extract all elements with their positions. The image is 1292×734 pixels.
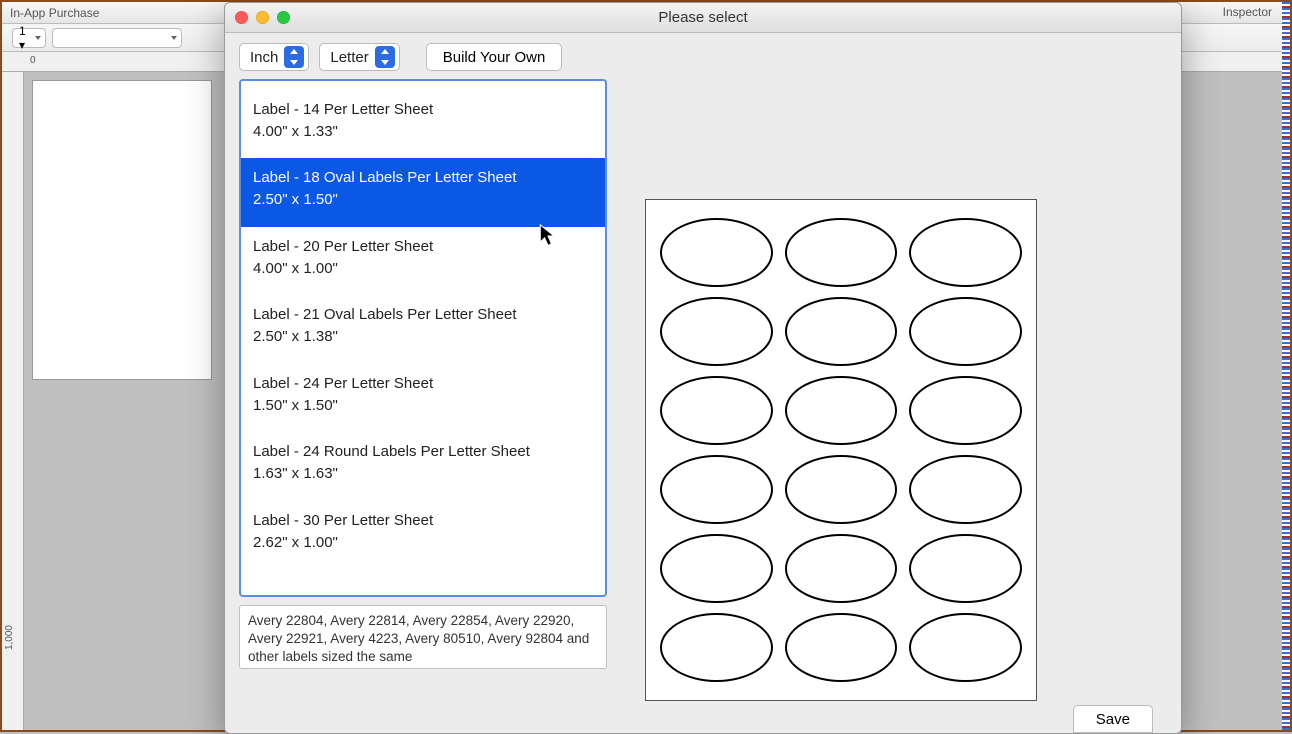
preview-pane: [625, 79, 1167, 699]
window-controls: [235, 11, 290, 24]
label-oval: [785, 613, 898, 682]
label-oval: [785, 534, 898, 603]
template-item-title: Label - 18 Oval Labels Per Letter Sheet: [253, 168, 593, 188]
label-oval: [909, 297, 1022, 366]
unit-select[interactable]: Inch: [239, 43, 309, 71]
template-item-title: Label - 24 Per Letter Sheet: [253, 374, 593, 394]
label-oval: [909, 613, 1022, 682]
paper-size-select[interactable]: Letter: [319, 43, 399, 71]
template-list-item[interactable]: Label - 12 Round Labels Per Letter Sheet…: [241, 79, 605, 90]
template-item-dimensions: 2.62" x 1.00": [253, 533, 593, 553]
parent-canvas-page[interactable]: [32, 80, 212, 380]
unit-select-value: Inch: [250, 49, 278, 66]
label-oval: [660, 455, 773, 524]
template-item-title: Label - 24 Round Labels Per Letter Sheet: [253, 442, 593, 462]
save-button[interactable]: Save: [1073, 705, 1153, 733]
dialog-toolbar: Inch Letter Build Your Own: [225, 33, 1181, 79]
template-list-item[interactable]: Label - 21 Oval Labels Per Letter Sheet2…: [241, 295, 605, 364]
template-picker-dialog: Please select Inch Letter Build Your Own…: [224, 2, 1182, 734]
template-item-dimensions: 2.50" x 1.50": [253, 190, 593, 210]
label-oval: [660, 376, 773, 445]
compatible-labels-text: Avery 22804, Avery 22814, Avery 22854, A…: [239, 605, 607, 669]
chevron-updown-icon: [284, 46, 304, 68]
dialog-title: Please select: [658, 9, 747, 26]
template-listbox[interactable]: Label - 12 Round Labels Per Letter Sheet…: [239, 79, 607, 597]
template-item-title: Label - 21 Oval Labels Per Letter Sheet: [253, 305, 593, 325]
parent-dropdown-2[interactable]: [52, 28, 182, 48]
close-icon[interactable]: [235, 11, 248, 24]
template-item-dimensions: 1.63" x 1.63": [253, 464, 593, 484]
parent-title: In-App Purchase: [10, 6, 99, 20]
label-oval: [660, 218, 773, 287]
label-oval: [909, 455, 1022, 524]
label-oval: [785, 376, 898, 445]
template-item-title: Label - 20 Per Letter Sheet: [253, 237, 593, 257]
template-list-item[interactable]: Label - 24 Per Letter Sheet1.50" x 1.50": [241, 364, 605, 433]
label-oval: [785, 455, 898, 524]
template-item-dimensions: 1.50" x 1.50": [253, 396, 593, 416]
decorative-stripe: [1282, 2, 1290, 730]
label-oval: [785, 218, 898, 287]
label-oval: [660, 534, 773, 603]
maximize-icon[interactable]: [277, 11, 290, 24]
label-oval: [660, 297, 773, 366]
template-list-item[interactable]: Label - 30 Per Letter Sheet2.62" x 1.00": [241, 501, 605, 570]
label-oval: [909, 218, 1022, 287]
template-list-item[interactable]: Label - 20 Per Letter Sheet4.00" x 1.00": [241, 227, 605, 296]
label-oval: [660, 613, 773, 682]
label-oval: [909, 376, 1022, 445]
parent-dropdown-1[interactable]: 1 ▾: [12, 28, 46, 48]
template-item-dimensions: 2.50" x 1.38": [253, 327, 593, 347]
ruler-vertical: 1,000: [2, 72, 24, 730]
label-oval: [785, 297, 898, 366]
template-item-dimensions: 4.00" x 1.00": [253, 259, 593, 279]
template-list-item[interactable]: Label - 18 Oval Labels Per Letter Sheet2…: [241, 158, 605, 227]
template-item-title: Label - 30 Per Letter Sheet: [253, 511, 593, 531]
paper-size-value: Letter: [330, 49, 368, 66]
template-item-title: Label - 14 Per Letter Sheet: [253, 100, 593, 120]
label-sheet-preview: [645, 199, 1037, 701]
template-list-item[interactable]: Label - 24 Round Labels Per Letter Sheet…: [241, 432, 605, 501]
dialog-titlebar[interactable]: Please select: [225, 3, 1181, 33]
label-oval: [909, 534, 1022, 603]
template-list-item[interactable]: Label - 14 Per Letter Sheet4.00" x 1.33": [241, 90, 605, 159]
template-item-dimensions: 4.00" x 1.33": [253, 122, 593, 142]
inspector-label: Inspector: [1223, 5, 1272, 19]
chevron-updown-icon: [375, 46, 395, 68]
minimize-icon[interactable]: [256, 11, 269, 24]
build-your-own-button[interactable]: Build Your Own: [426, 43, 563, 71]
